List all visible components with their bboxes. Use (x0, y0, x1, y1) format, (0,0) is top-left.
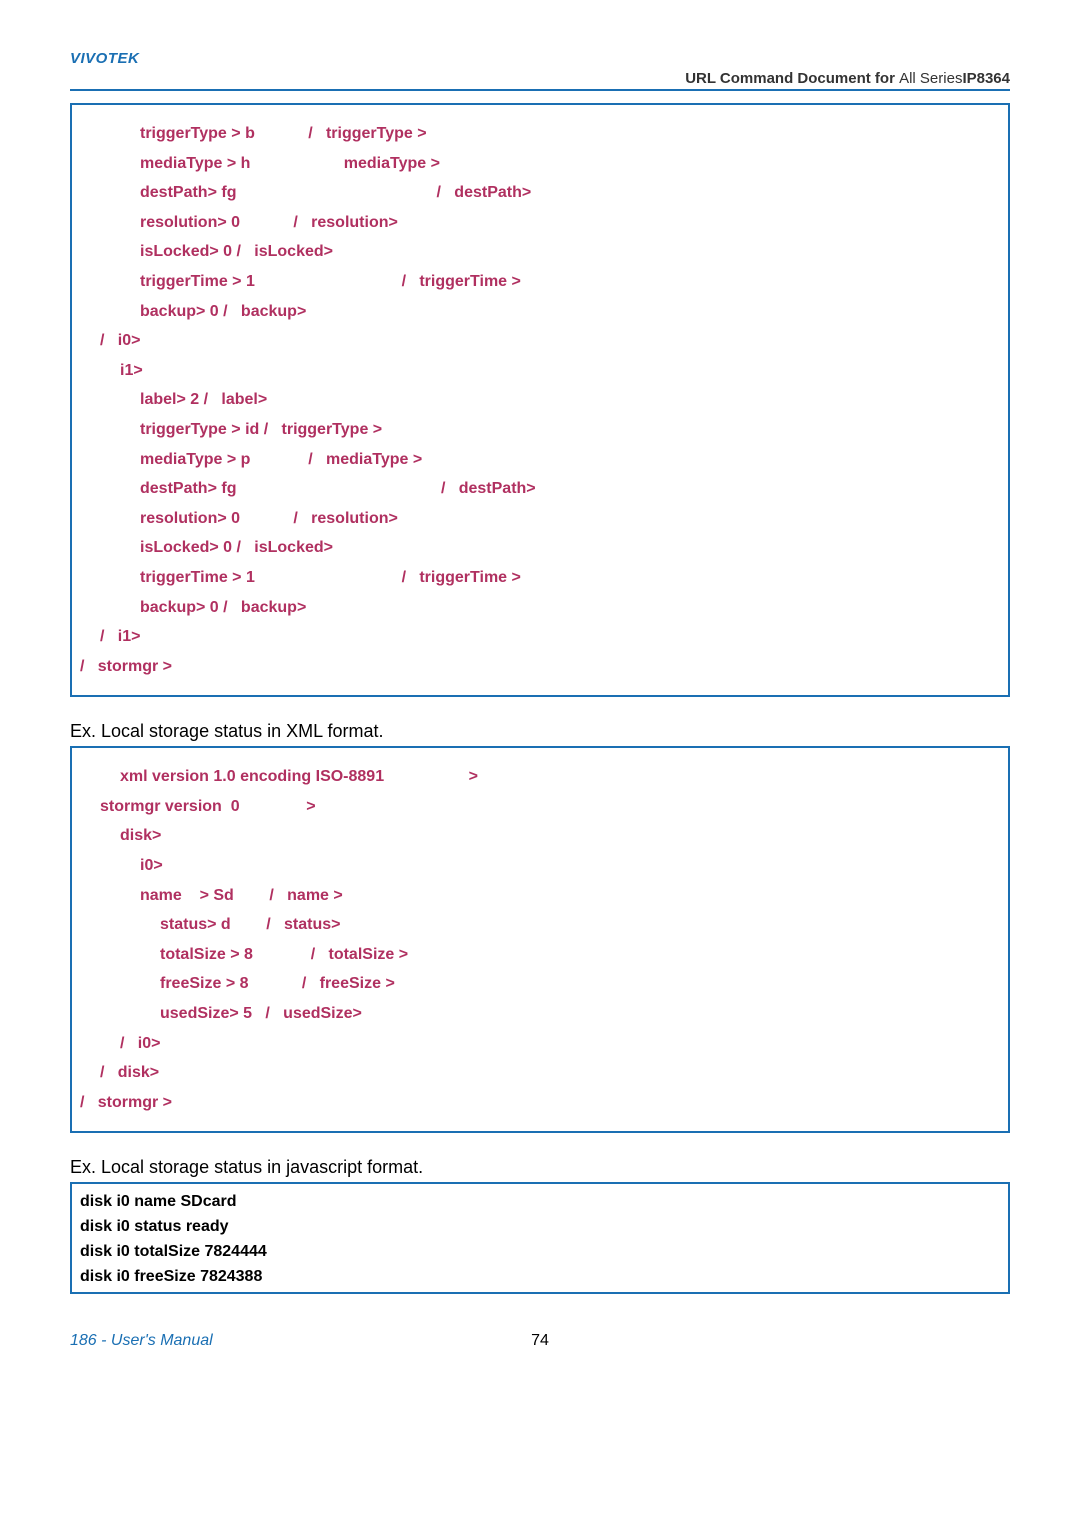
code-line: / i0> (80, 1029, 1000, 1059)
code-line: triggerType > id / triggerType > (80, 415, 1000, 445)
code-line: stormgr version 0 > (80, 792, 1000, 822)
title-right: IP8364 (962, 70, 1010, 87)
code-line: disk> (80, 821, 1000, 851)
code-line: isLocked> 0 / isLocked> (80, 533, 1000, 563)
code-line: / i1> (80, 622, 1000, 652)
js-line: disk i0 totalSize 7824444 (80, 1240, 1000, 1265)
code-line: mediaType > h mediaType > (80, 149, 1000, 179)
brand-logo: VIVOTEK (70, 50, 139, 67)
code-line: i1> (80, 356, 1000, 386)
code-line: / stormgr > (80, 1088, 1000, 1118)
js-line: disk i0 name SDcard (80, 1190, 1000, 1215)
footer-page-number: 74 (531, 1332, 549, 1350)
code-line: triggerTime > 1 / triggerTime > (80, 267, 1000, 297)
header: VIVOTEK (70, 50, 1010, 68)
code-line: / i0> (80, 326, 1000, 356)
xml-block-2: xml version 1.0 encoding ISO-8891 > stor… (70, 746, 1010, 1133)
code-line: i0> (80, 851, 1000, 881)
code-line: resolution> 0 / resolution> (80, 504, 1000, 534)
example-heading-1: Ex. Local storage status in XML format. (70, 721, 1010, 742)
code-line: resolution> 0 / resolution> (80, 208, 1000, 238)
title-left: URL Command Document for (685, 70, 899, 87)
code-line: mediaType > p / mediaType > (80, 445, 1000, 475)
doc-title: URL Command Document for All SeriesIP836… (70, 70, 1010, 87)
code-line: / disk> (80, 1058, 1000, 1088)
code-line: backup> 0 / backup> (80, 593, 1000, 623)
js-line: disk i0 status ready (80, 1215, 1000, 1240)
header-rule (70, 89, 1010, 91)
code-line: triggerTime > 1 / triggerTime > (80, 563, 1000, 593)
code-line: backup> 0 / backup> (80, 297, 1000, 327)
code-line: / stormgr > (80, 652, 1000, 682)
code-line: label> 2 / label> (80, 385, 1000, 415)
footer: 186 - User's Manual 74 (70, 1332, 1010, 1354)
js-line: disk i0 freeSize 7824388 (80, 1265, 1000, 1290)
js-block: disk i0 name SDcard disk i0 status ready… (70, 1182, 1010, 1293)
code-line: isLocked> 0 / isLocked> (80, 237, 1000, 267)
code-line: name > Sd / name > (80, 881, 1000, 911)
title-mid: All Series (899, 70, 962, 87)
code-line: totalSize > 8 / totalSize > (80, 940, 1000, 970)
example-heading-2: Ex. Local storage status in javascript f… (70, 1157, 1010, 1178)
code-line: xml version 1.0 encoding ISO-8891 > (80, 762, 1000, 792)
code-line: freeSize > 8 / freeSize > (80, 969, 1000, 999)
code-line: triggerType > b / triggerType > (80, 119, 1000, 149)
code-line: usedSize> 5 / usedSize> (80, 999, 1000, 1029)
page: VIVOTEK URL Command Document for All Ser… (0, 0, 1080, 1384)
code-line: destPath> fg / destPath> (80, 178, 1000, 208)
xml-block-1: triggerType > b / triggerType > mediaTyp… (70, 103, 1010, 697)
footer-page-label: 186 - User's Manual (70, 1332, 213, 1349)
code-line: destPath> fg / destPath> (80, 474, 1000, 504)
code-line: status> d / status> (80, 910, 1000, 940)
